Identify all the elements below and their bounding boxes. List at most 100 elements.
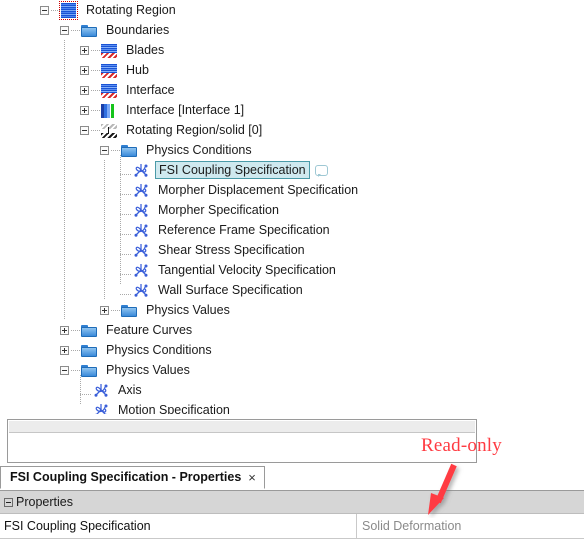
properties-group-label: Properties: [16, 491, 73, 513]
tree-guide-line: [64, 160, 65, 180]
expand-icon[interactable]: [80, 46, 89, 55]
tree-guide-line: [64, 260, 65, 280]
tree-node[interactable]: Boundaries: [0, 20, 584, 40]
empty-editor-panel: [7, 419, 477, 463]
tree-node[interactable]: Interface: [0, 80, 584, 100]
specification-icon: [93, 382, 111, 398]
tree-node[interactable]: Physics Values: [0, 300, 584, 320]
tree-guide-line: [104, 200, 105, 220]
tree-indent: [0, 0, 40, 20]
tree-guide-line: [64, 60, 65, 80]
collapse-icon[interactable]: [60, 26, 69, 35]
tree-node-label: Reference Frame Specification: [156, 220, 332, 240]
tree-connector: [91, 110, 101, 111]
tree-indent: [0, 100, 80, 120]
tree-indent: [0, 40, 80, 60]
tree-elbow: [120, 165, 133, 175]
property-value-readonly: Solid Deformation: [357, 514, 584, 538]
tree-node-label: Axis: [116, 380, 144, 400]
expand-icon[interactable]: [100, 306, 109, 315]
properties-group-row[interactable]: Properties: [0, 491, 584, 514]
tree-node-label: Morpher Displacement Specification: [156, 180, 360, 200]
tree-node[interactable]: Morpher Specification: [0, 200, 584, 220]
tree-elbow: [120, 225, 133, 235]
tree-node[interactable]: FSI Coupling Specification: [0, 160, 584, 180]
tree-node[interactable]: Physics Conditions: [0, 340, 584, 360]
folder-icon: [81, 362, 99, 378]
tree-elbow: [120, 265, 133, 275]
tree-connector: [71, 370, 81, 371]
tree-node[interactable]: Hub: [0, 60, 584, 80]
tree-guide-line: [64, 220, 65, 240]
tree-guide-line: [104, 220, 105, 240]
tree-indent: [0, 320, 60, 340]
tree-node[interactable]: Morpher Displacement Specification: [0, 180, 584, 200]
tree-node-label: Tangential Velocity Specification: [156, 260, 338, 280]
tree-connector: [71, 330, 81, 331]
tree-indent: [0, 220, 120, 240]
tree-guide-line: [104, 240, 105, 260]
tree-guide-line: [104, 180, 105, 200]
tree-connector: [111, 310, 121, 311]
tree-node-label: FSI Coupling Specification: [155, 161, 310, 179]
tree-node-label: Shear Stress Specification: [156, 240, 307, 260]
tree-guide-line: [104, 260, 105, 280]
expand-icon[interactable]: [80, 66, 89, 75]
tree-node[interactable]: Reference Frame Specification: [0, 220, 584, 240]
tree-node[interactable]: Blades: [0, 40, 584, 60]
tree-node[interactable]: Axis: [0, 380, 584, 400]
specification-icon: [133, 282, 151, 298]
tree-guide-line: [104, 160, 105, 180]
tree-elbow: [80, 385, 93, 395]
close-icon[interactable]: ×: [248, 466, 256, 489]
tree-node[interactable]: Motion Specification: [0, 400, 584, 414]
tree-elbow: [80, 405, 93, 414]
tree-node[interactable]: Rotating Region: [0, 0, 584, 20]
tree-node[interactable]: Shear Stress Specification: [0, 240, 584, 260]
tree-connector: [91, 130, 101, 131]
tree-elbow: [120, 245, 133, 255]
tree-node[interactable]: Interface [Interface 1]: [0, 100, 584, 120]
property-row[interactable]: FSI Coupling SpecificationSolid Deformat…: [0, 514, 584, 539]
properties-panel: FSI Coupling Specification - Properties …: [0, 466, 584, 538]
specification-icon: [133, 222, 151, 238]
tree-elbow: [120, 285, 133, 295]
collapse-icon[interactable]: [4, 498, 13, 507]
tree-elbow: [120, 185, 133, 195]
tree-node-label: Interface [Interface 1]: [124, 100, 246, 120]
tree-node[interactable]: Physics Values: [0, 360, 584, 380]
tree-node-label: Physics Values: [144, 300, 232, 320]
tree-node[interactable]: Wall Surface Specification: [0, 280, 584, 300]
tree-connector: [71, 30, 81, 31]
tree-indent: [0, 260, 120, 280]
expand-icon[interactable]: [60, 326, 69, 335]
rotating-region-icon: [61, 2, 79, 18]
expand-icon[interactable]: [80, 86, 89, 95]
collapse-icon[interactable]: [80, 126, 89, 135]
interface-icon: [101, 102, 119, 118]
simulation-object-tree[interactable]: Rotating RegionBoundariesBladesHubInterf…: [0, 0, 584, 414]
tree-indent: [0, 280, 120, 300]
collapse-icon[interactable]: [40, 6, 49, 15]
tree-node[interactable]: Feature Curves: [0, 320, 584, 340]
collapse-icon[interactable]: [60, 366, 69, 375]
tab-fsi-coupling-specification-properties[interactable]: FSI Coupling Specification - Properties …: [0, 466, 265, 489]
expand-icon[interactable]: [60, 346, 69, 355]
collapse-icon[interactable]: [100, 146, 109, 155]
tree-connector: [51, 10, 61, 11]
boundary-icon: [101, 42, 119, 58]
tree-node[interactable]: Tangential Velocity Specification: [0, 260, 584, 280]
tree-indent: [0, 300, 100, 320]
tree-node[interactable]: Rotating Region/solid [0]: [0, 120, 584, 140]
specification-icon: [93, 402, 111, 414]
tree-node-label: Physics Conditions: [104, 340, 214, 360]
solid-boundary-icon: [101, 122, 119, 138]
expand-icon[interactable]: [80, 106, 89, 115]
properties-table: FSI Coupling SpecificationSolid Deformat…: [0, 514, 584, 539]
tree-indent: [0, 240, 120, 260]
tree-node[interactable]: Physics Conditions: [0, 140, 584, 160]
tree-indent: [0, 180, 120, 200]
boundary-icon: [101, 62, 119, 78]
tree-guide-line: [64, 40, 65, 60]
comment-icon[interactable]: [315, 165, 328, 176]
